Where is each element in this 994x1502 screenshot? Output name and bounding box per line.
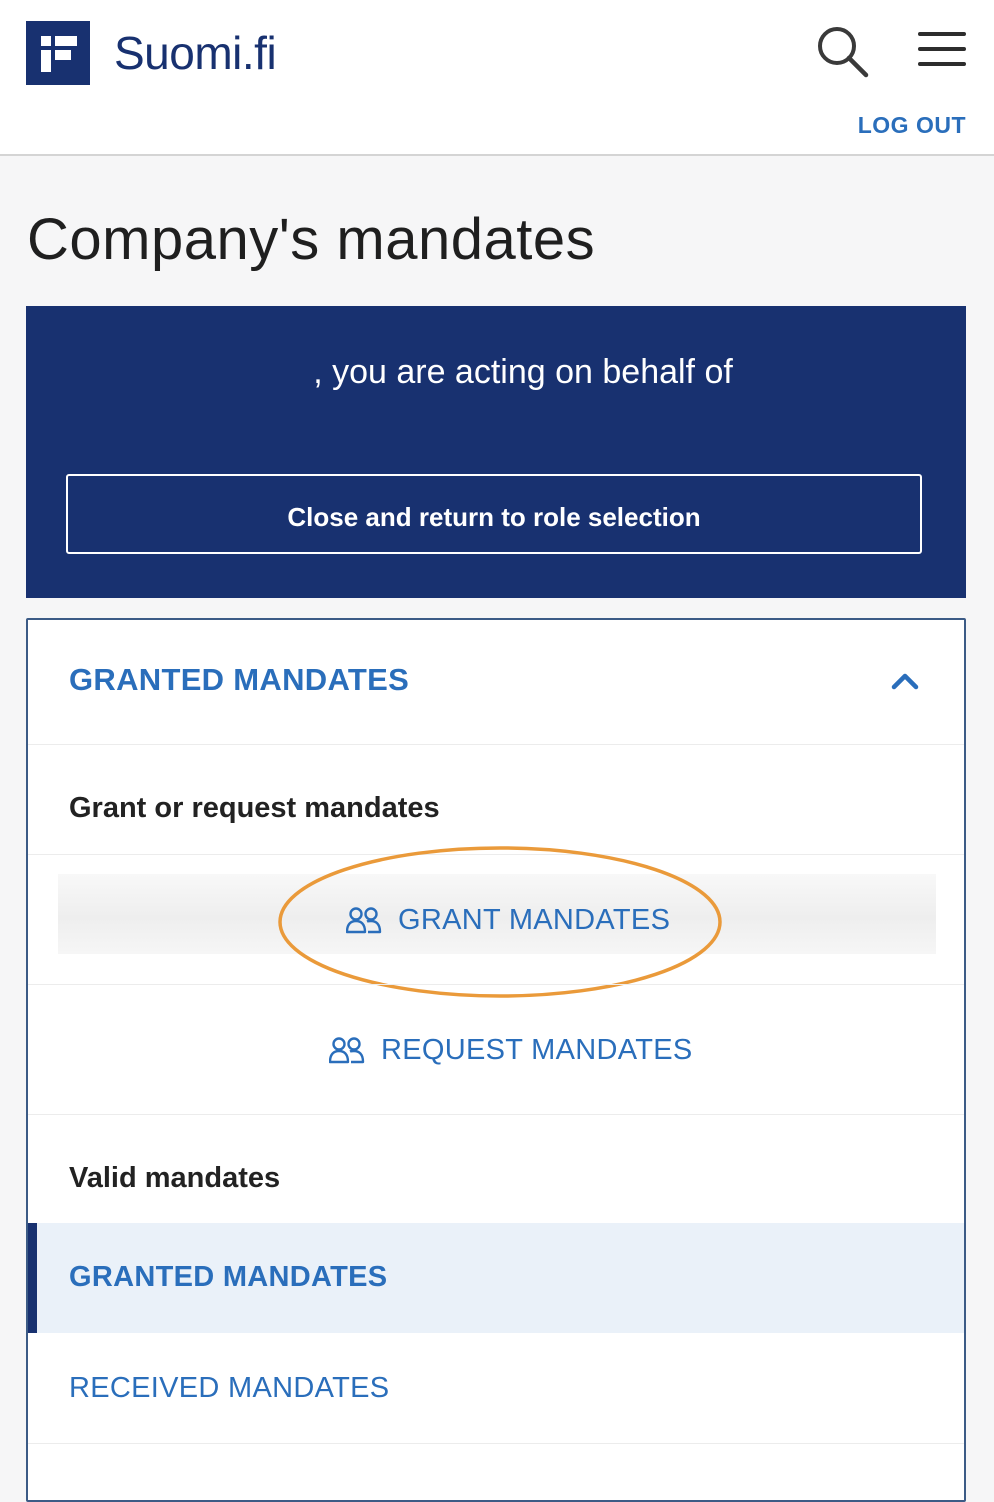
- return-to-role-selection-button[interactable]: Close and return to role selection: [66, 474, 922, 554]
- logout-link[interactable]: LOG OUT: [858, 112, 966, 139]
- search-icon[interactable]: [812, 22, 874, 80]
- suomi-fi-logo-icon[interactable]: [26, 21, 90, 85]
- request-mandates-label: REQUEST MANDATES: [381, 1033, 693, 1066]
- users-icon: [329, 1037, 365, 1064]
- valid-mandates-heading: Valid mandates: [69, 1162, 281, 1194]
- acting-on-behalf-banner: , you are acting on behalf of Close and …: [26, 306, 966, 598]
- grant-mandates-label: GRANT MANDATES: [398, 903, 671, 936]
- acting-on-behalf-text: , you are acting on behalf of: [313, 353, 733, 391]
- granted-mandates-accordion-header[interactable]: GRANTED MANDATES: [28, 620, 964, 745]
- hamburger-menu-icon[interactable]: [916, 30, 968, 70]
- site-header: Suomi.fi LOG OUT: [0, 0, 994, 156]
- grant-mandates-button[interactable]: GRANT MANDATES: [346, 900, 670, 940]
- nav-item-label: GRANTED MANDATES: [69, 1261, 388, 1293]
- site-logo-text[interactable]: Suomi.fi: [114, 24, 277, 82]
- page-title: Company's mandates: [27, 207, 596, 272]
- divider: [28, 854, 964, 855]
- divider: [28, 1114, 964, 1115]
- chevron-up-icon[interactable]: [890, 668, 920, 692]
- divider: [28, 984, 964, 985]
- divider: [28, 1443, 964, 1444]
- nav-item-received-mandates[interactable]: RECEIVED MANDATES: [69, 1372, 389, 1405]
- nav-item-granted-mandates[interactable]: GRANTED MANDATES: [28, 1223, 964, 1333]
- request-mandates-button[interactable]: REQUEST MANDATES: [329, 1030, 693, 1070]
- accordion-title: GRANTED MANDATES: [69, 662, 410, 697]
- mandates-panel: GRANTED MANDATES Grant or request mandat…: [26, 618, 966, 1502]
- grant-request-heading: Grant or request mandates: [69, 792, 440, 824]
- users-icon: [346, 907, 382, 934]
